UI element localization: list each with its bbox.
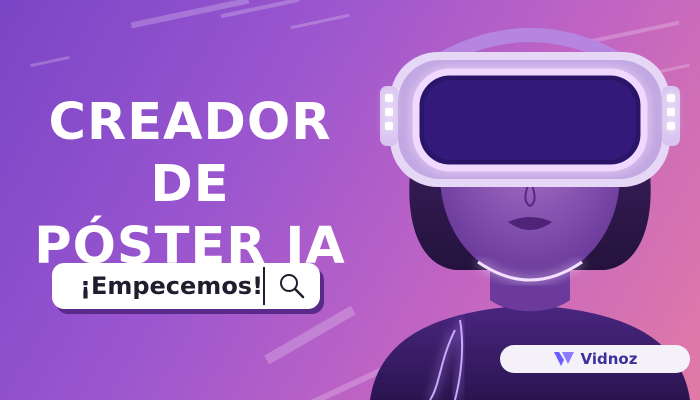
light-streak <box>30 55 70 68</box>
vr-headset-person-illustration <box>360 0 700 400</box>
start-button-label: ¡Empecemos! <box>80 272 264 300</box>
light-streak <box>290 13 350 30</box>
start-search-button[interactable]: ¡Empecemos! <box>52 263 320 309</box>
vidnoz-logo-icon <box>553 350 575 368</box>
brand-name: Vidnoz <box>580 350 638 368</box>
headline-line-1: CREADOR DE <box>48 93 332 214</box>
brand-logo: Vidnoz <box>500 345 690 373</box>
headline: CREADOR DE PÓSTER IA <box>0 92 380 278</box>
poster-banner: CREADOR DE PÓSTER IA ¡Empecemos! Vidnoz <box>0 0 700 400</box>
light-streak <box>264 305 356 365</box>
search-icon <box>265 263 320 309</box>
